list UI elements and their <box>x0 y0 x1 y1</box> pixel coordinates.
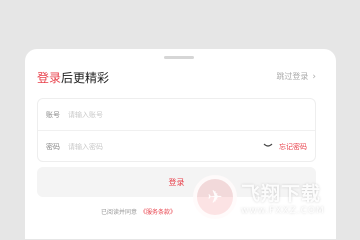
account-input[interactable] <box>68 110 218 119</box>
eye-closed-icon[interactable] <box>263 142 273 152</box>
sheet-drag-handle[interactable] <box>164 56 194 59</box>
account-row: 账号 <box>38 99 315 131</box>
password-row: 密码 忘记密码 <box>38 131 315 163</box>
chevron-right-icon: › <box>312 71 316 82</box>
terms-link[interactable]: 《服务条款》 <box>140 207 176 216</box>
account-label: 账号 <box>46 110 60 119</box>
title-highlight: 登录 <box>37 71 62 85</box>
watermark: ✈ 飞翔下载 www.FXXZ.COM <box>193 170 353 224</box>
agreement-text: 已阅读并同意 <box>101 209 138 216</box>
watermark-name: 飞翔下载 <box>241 182 322 205</box>
page-title: 登录后更精彩 <box>37 69 109 86</box>
forgot-password-link[interactable]: 忘记密码 <box>279 142 307 152</box>
watermark-text: 飞翔下载 www.FXXZ.COM <box>241 179 325 216</box>
password-input[interactable] <box>68 143 218 151</box>
password-label: 密码 <box>46 143 60 151</box>
agreement-row: 已阅读并同意 《服务条款》 <box>101 207 176 216</box>
login-form: 账号 密码 忘记密码 <box>37 98 316 162</box>
watermark-url: www.FXXZ.COM <box>241 205 325 216</box>
eye-closed-svg <box>263 143 273 147</box>
skip-login-link[interactable]: 跳过登录 › <box>276 71 316 82</box>
watermark-logo-icon: ✈ <box>193 175 237 219</box>
title-rest: 后更精彩 <box>61 71 110 85</box>
skip-label: 跳过登录 <box>276 72 309 81</box>
